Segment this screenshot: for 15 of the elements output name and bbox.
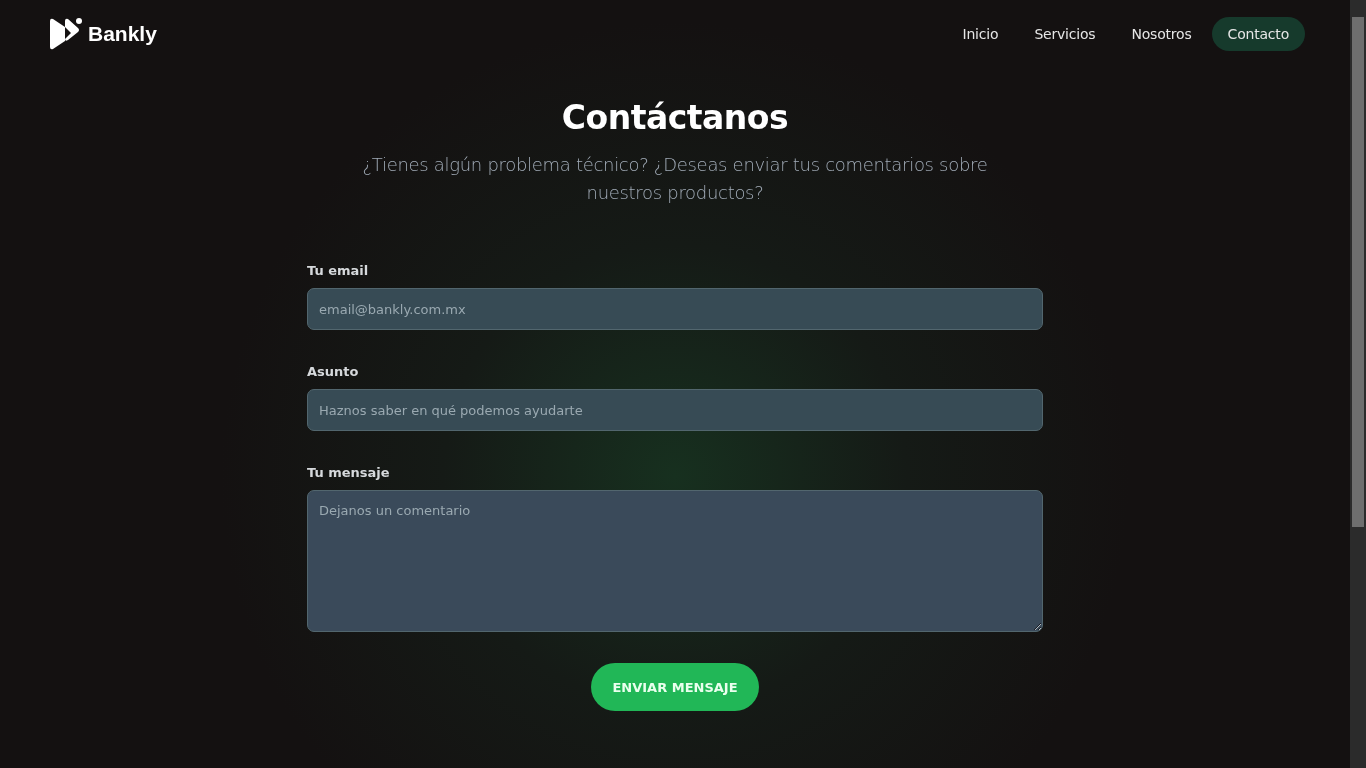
logo-icon bbox=[48, 18, 82, 50]
field-label: Tu mensaje bbox=[307, 465, 391, 480]
brand-name: Bankly bbox=[88, 22, 157, 46]
field-label: Tu email bbox=[307, 263, 370, 278]
input-field[interactable]: email@bankly.com.mx bbox=[307, 288, 1043, 330]
scrollbar[interactable] bbox=[1350, 0, 1366, 768]
page-heading: Contáctanos bbox=[561, 98, 789, 137]
nav-link[interactable]: Inicio bbox=[946, 17, 1015, 51]
nav-link[interactable]: Nosotros bbox=[1115, 17, 1208, 51]
nav-link[interactable]: Contacto bbox=[1211, 17, 1305, 51]
message-field[interactable]: Dejanos un comentario bbox=[307, 490, 1043, 632]
field-label: Asunto bbox=[307, 364, 360, 379]
nav-link[interactable]: Servicios bbox=[1018, 17, 1112, 51]
input-field[interactable]: Haznos saber en qué podemos ayudarte bbox=[307, 389, 1043, 431]
page-subtitle: ¿Tienes algún problema técnico? ¿Deseas enviar tus comentarios sobre nuestros productos? bbox=[361, 153, 989, 205]
